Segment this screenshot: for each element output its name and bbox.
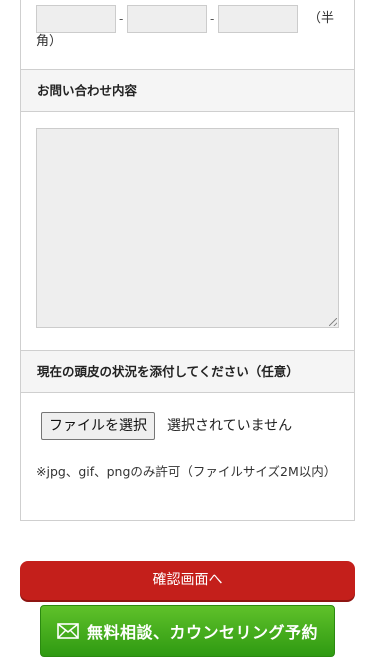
consultation-booking-label: 無料相談、カウンセリング予約 xyxy=(86,623,318,642)
resize-grip-icon[interactable] xyxy=(329,318,337,326)
phone-field-3[interactable] xyxy=(218,5,298,33)
phone-separator-1: - xyxy=(119,12,124,26)
phone-row: - - （半 角） xyxy=(36,5,336,65)
inquiry-textarea[interactable] xyxy=(36,128,339,328)
file-status-text: 選択されていません xyxy=(167,418,293,434)
consultation-booking-button[interactable]: 無料相談、カウンセリング予約 xyxy=(40,605,335,657)
phone-note-line2: 角） xyxy=(36,34,63,49)
phone-separator-2: - xyxy=(210,12,215,26)
inquiry-label: お問い合わせ内容 xyxy=(21,69,354,112)
attachment-label: 現在の頭皮の状況を添付してください（任意） xyxy=(21,350,354,393)
phone-note-line1: （半 xyxy=(308,11,335,26)
file-note: ※jpg、gif、pngのみ許可（ファイルサイズ2M以内） xyxy=(36,464,337,479)
confirm-button[interactable]: 確認画面へ xyxy=(20,561,355,600)
phone-field-2[interactable] xyxy=(127,5,207,33)
file-select-button[interactable]: ファイルを選択 xyxy=(41,412,155,440)
phone-field-1[interactable] xyxy=(36,5,116,33)
mail-icon xyxy=(57,623,79,639)
